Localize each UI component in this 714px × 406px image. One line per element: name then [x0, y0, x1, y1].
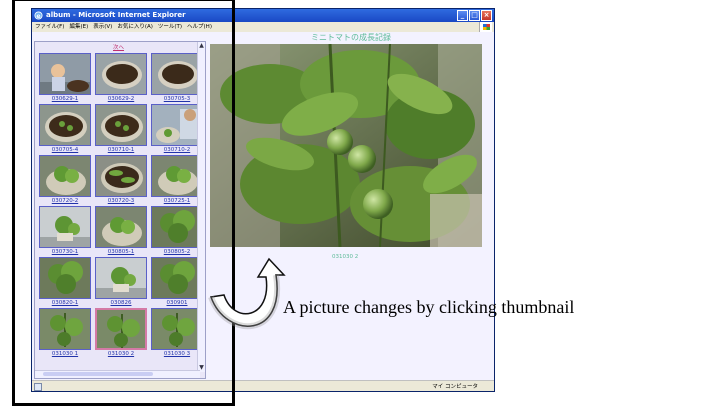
close-button[interactable]: × — [481, 10, 492, 21]
annotation-text: A picture changes by clicking thumbnail — [283, 297, 575, 317]
windows-logo-icon — [479, 22, 492, 32]
status-zone: マイ コンピュータ — [432, 384, 478, 390]
photo-caption: 031030 2 — [332, 254, 359, 260]
main-photo — [210, 44, 482, 247]
maximize-button[interactable]: □ — [469, 10, 480, 21]
minimize-button[interactable]: _ — [457, 10, 468, 21]
frame-highlight — [12, 0, 235, 406]
page-title: ミニトマトの成長記録 — [311, 33, 391, 42]
